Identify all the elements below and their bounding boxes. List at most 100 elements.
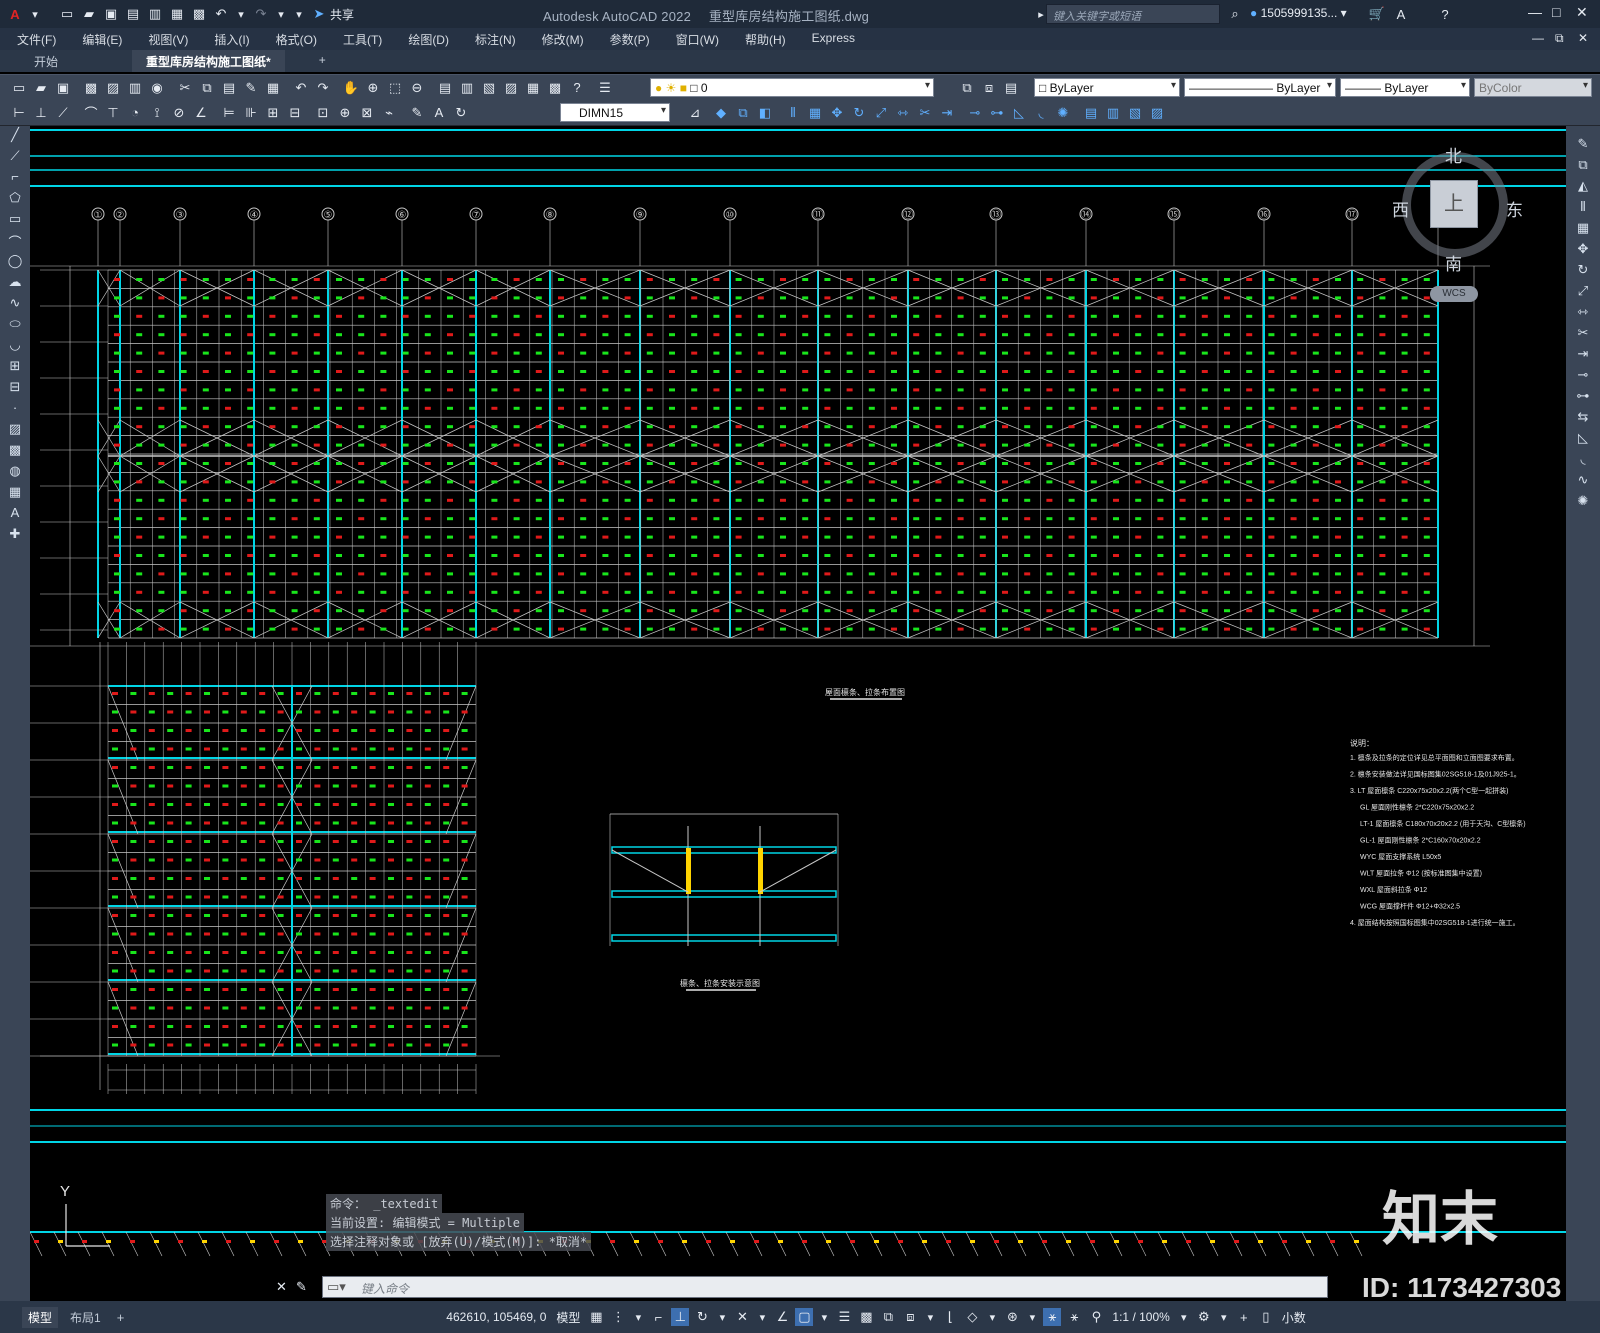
infer-constraints-icon[interactable]: ⌐ (649, 1308, 667, 1326)
draworder-icon[interactable]: ▤ (1082, 104, 1100, 122)
compass-north[interactable]: 北 (1445, 142, 1462, 167)
dimtedit-icon[interactable]: A (430, 104, 448, 122)
open-icon[interactable]: ▰ (32, 79, 50, 97)
dimedit-icon[interactable]: ✎ (408, 104, 426, 122)
plotstyle-dropdown[interactable]: ByColor ▾ (1474, 78, 1592, 97)
ordinate-icon[interactable]: ⊤ (104, 104, 122, 122)
redo-icon[interactable]: ↷ (252, 5, 270, 23)
annotation-scale-icon[interactable]: ⚲ (1087, 1308, 1105, 1326)
insert-block-icon[interactable]: ⊞ (4, 358, 26, 378)
publish-icon[interactable]: ▥ (126, 79, 144, 97)
explode-icon[interactable]: ✺ (1054, 104, 1072, 122)
make-block-icon[interactable]: ⊟ (4, 379, 26, 399)
trim-icon[interactable]: ✂ (1572, 325, 1594, 345)
compass-south[interactable]: 南 (1445, 250, 1462, 275)
array-icon[interactable]: ▦ (806, 104, 824, 122)
extend-icon[interactable]: ⇥ (938, 104, 956, 122)
undo-chevron-icon[interactable]: ▾ (234, 5, 248, 23)
menu-item-0[interactable]: 文件(F) (4, 31, 69, 48)
menu-item-4[interactable]: 格式(O) (263, 31, 330, 48)
minimize-icon[interactable]: — (1528, 4, 1542, 20)
send-back-icon[interactable]: ▧ (1126, 104, 1144, 122)
mtext-icon[interactable]: A (4, 505, 26, 525)
color-dropdown[interactable]: □ ByLayer ▾ (1034, 78, 1180, 97)
dim-update-icon[interactable]: ↻ (452, 104, 470, 122)
copy-object-icon[interactable]: ⧉ (734, 104, 752, 122)
annotation-visibility-icon[interactable]: ⚹ (1043, 1308, 1062, 1326)
menu-item-9[interactable]: 参数(P) (597, 31, 663, 48)
dynamic-ucs-icon[interactable]: ⌊ (941, 1308, 959, 1326)
3d-osnap-chevron-icon[interactable]: ▾ (923, 1308, 937, 1326)
plot-icon[interactable]: ▩ (190, 5, 208, 23)
match-properties-icon[interactable]: ✎ (242, 79, 260, 97)
layer-state-icon[interactable]: ▤ (1002, 79, 1020, 97)
radius-icon[interactable]: ◔ (126, 104, 144, 122)
transparency-icon[interactable]: ▩ (857, 1308, 875, 1326)
move-icon[interactable]: ✥ (828, 104, 846, 122)
menu-item-1[interactable]: 编辑(E) (69, 31, 135, 48)
units-value[interactable]: 小数 (1282, 1309, 1306, 1326)
layer-previous-icon[interactable]: ⧈ (980, 79, 998, 97)
import-icon[interactable]: ▦ (168, 5, 186, 23)
new-tab-button[interactable]: + (305, 50, 340, 72)
paste-icon[interactable]: ▤ (220, 79, 238, 97)
help-icon[interactable]: ? (1436, 5, 1454, 23)
make-current-layer-icon[interactable]: ⧉ (958, 79, 976, 97)
menu-item-3[interactable]: 插入(I) (201, 31, 262, 48)
search-icon[interactable]: ⌕ (1226, 5, 1244, 23)
menu-item-8[interactable]: 修改(M) (529, 31, 597, 48)
break-point-icon[interactable]: ⊸ (1572, 367, 1594, 387)
menu-item-7[interactable]: 标注(N) (462, 31, 529, 48)
extend-icon[interactable]: ⇥ (1572, 346, 1594, 366)
ellipse-icon[interactable]: ⬭ (4, 316, 26, 336)
close-icon[interactable]: ✕ (1576, 4, 1588, 21)
snap-chevron-icon[interactable]: ▾ (631, 1308, 645, 1326)
markup-icon[interactable]: ▦ (524, 79, 542, 97)
annotation-monitor-icon[interactable]: + (1235, 1308, 1253, 1326)
rotate-icon[interactable]: ↻ (1572, 262, 1594, 282)
lineweight-dropdown[interactable]: ——— ByLayer ▾ (1340, 78, 1470, 97)
command-recent-icon[interactable]: ▭▾ (327, 1279, 346, 1295)
publish-icon[interactable]: ▥ (146, 5, 164, 23)
menu-item-12[interactable]: Express (799, 31, 868, 48)
share-button[interactable]: 共享 (330, 6, 354, 23)
snap-icon[interactable]: ⋮ (609, 1308, 627, 1326)
doc-minimize-icon[interactable]: — (1532, 31, 1544, 45)
tolerance-icon[interactable]: ⊡ (314, 104, 332, 122)
jogged-icon[interactable]: ⟟ (148, 104, 166, 122)
help-icon[interactable]: ? (568, 79, 586, 97)
isodraft-chevron-icon[interactable]: ▾ (755, 1308, 769, 1326)
drawing-canvas[interactable]: ①②③④⑤⑥⑦⑧⑨⑩⑪⑫⑬⑭⑮⑯⑰⑱ 屋面檩条、拉条布置图 檩条、拉条安装示意图… (30, 126, 1566, 1301)
osnap-chevron-icon[interactable]: ▾ (817, 1308, 831, 1326)
menu-item-11[interactable]: 帮助(H) (732, 31, 799, 48)
units-icon[interactable]: ▯ (1257, 1308, 1275, 1326)
drawing-viewport[interactable]: ①②③④⑤⑥⑦⑧⑨⑩⑪⑫⑬⑭⑮⑯⑰⑱ 屋面檩条、拉条布置图 檩条、拉条安装示意图… (30, 126, 1566, 1301)
command-line[interactable]: ▭▾ 键入命令 (322, 1276, 1328, 1298)
dimspace-icon[interactable]: ⊞ (264, 104, 282, 122)
blend-icon[interactable]: ∿ (1572, 472, 1594, 492)
cursor-coordinates[interactable]: 462610, 105469, 0 (446, 1310, 546, 1324)
auto-scale-icon[interactable]: ⚹ (1065, 1308, 1083, 1326)
erase-icon[interactable]: ◆ (712, 104, 730, 122)
customize-qat-icon[interactable]: ▾ (292, 5, 306, 23)
polyline-icon[interactable]: ⌐ (4, 169, 26, 189)
revcloud-icon[interactable]: ☁ (4, 274, 26, 294)
3d-dwf-icon[interactable]: ◉ (148, 79, 166, 97)
offset-icon[interactable]: ⫴ (1572, 199, 1594, 219)
mirror-icon[interactable]: ◭ (1572, 178, 1594, 198)
annotation-scale-value[interactable]: 1:1 / 100% (1112, 1310, 1169, 1324)
region-icon[interactable]: ◍ (4, 463, 26, 483)
open-file-icon[interactable]: ▰ (80, 5, 98, 23)
lineweight-icon[interactable]: ☰ (835, 1308, 853, 1326)
command-input[interactable]: 键入命令 (361, 1280, 409, 1297)
properties-icon[interactable]: ▤ (436, 79, 454, 97)
menu-item-2[interactable]: 视图(V) (135, 31, 201, 48)
tool-palettes-icon[interactable]: ▧ (480, 79, 498, 97)
autodesk-a360-icon[interactable]: A (1392, 5, 1410, 23)
cart-icon[interactable]: 🛒 (1368, 5, 1386, 23)
join-icon[interactable]: ⇆ (1572, 409, 1594, 429)
ellipse-arc-icon[interactable]: ◡ (4, 337, 26, 357)
layout-tab-1[interactable]: 布局1 (70, 1309, 101, 1326)
copy-icon[interactable]: ⧉ (1572, 157, 1594, 177)
object-snap-tracking-icon[interactable]: ∠ (773, 1308, 791, 1326)
